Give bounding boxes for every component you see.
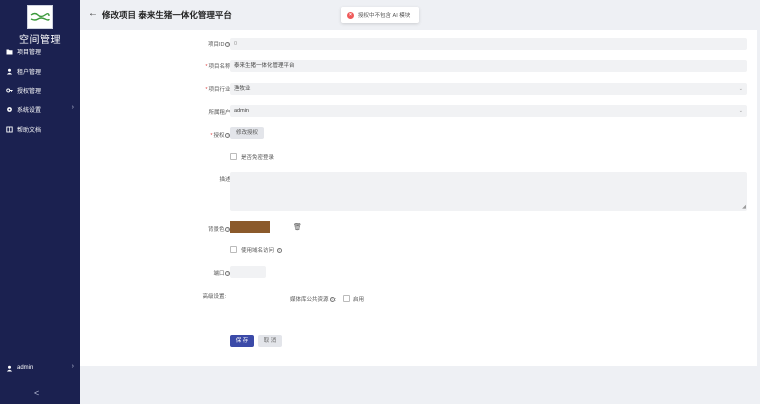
tenant-select[interactable]: admin ⌄: [230, 105, 747, 117]
enable-label: 启用: [353, 297, 365, 303]
sidebar-item-label: 授权管理: [17, 88, 42, 95]
folder-icon: [6, 48, 13, 55]
project-name-label: *项目名称:: [205, 64, 232, 70]
tenant-value: admin: [234, 108, 249, 114]
chevron-right-icon: ›: [71, 363, 74, 370]
port-label: 端口?:: [213, 271, 232, 277]
delete-icon[interactable]: 🗑: [293, 223, 302, 231]
key-icon: [6, 87, 13, 94]
chevron-down-icon: ⌄: [738, 86, 743, 92]
help-icon[interactable]: ?: [276, 248, 282, 254]
resize-handle-icon[interactable]: ◢: [742, 204, 746, 210]
no-login-label: 是否免密登录: [241, 155, 275, 161]
advanced-settings-label: 高级设置:: [202, 294, 226, 300]
description-label: 描述:: [219, 177, 232, 183]
industry-label: *项目行业:: [205, 87, 232, 93]
error-toast: × 授权中不包含 AI 模块: [341, 7, 419, 23]
sidebar-item-label: 租户管理: [17, 69, 42, 76]
page-title: 修改项目 泰来生猪一体化管理平台: [102, 10, 232, 20]
project-name-input[interactable]: 泰来生猪一体化管理平台: [230, 60, 747, 72]
tenant-label: 所属租户:: [208, 110, 232, 116]
form-panel: 项目ID?: 0 *项目名称: 泰来生猪一体化管理平台 *项目行业: 渔牧业 ⌄…: [80, 30, 757, 366]
project-id-label: 项目ID?:: [207, 42, 232, 48]
background-color-label: 背景色?:: [207, 227, 232, 233]
gear-icon: [6, 106, 13, 113]
description-textarea[interactable]: ◢: [230, 172, 747, 211]
chevron-right-icon: ›: [71, 104, 74, 111]
user-icon: [6, 365, 13, 372]
save-button[interactable]: 保 存: [230, 335, 254, 347]
logo: [27, 5, 53, 29]
sidebar-item-projects[interactable]: 项目管理: [0, 44, 80, 58]
domain-access-checkbox[interactable]: [230, 246, 237, 253]
book-icon: [6, 126, 13, 133]
port-input[interactable]: [230, 266, 266, 278]
sidebar-item-licenses[interactable]: 授权管理: [0, 83, 80, 97]
enable-checkbox[interactable]: [343, 295, 350, 302]
no-login-checkbox[interactable]: [230, 153, 237, 160]
back-button[interactable]: ←: [88, 8, 98, 19]
collapse-sidebar-button[interactable]: <: [34, 388, 39, 398]
sidebar: 空间管理 项目管理 租户管理 授权管理 系统设置 › 帮助文档 admin › …: [0, 0, 80, 404]
sidebar-item-help[interactable]: 帮助文档: [0, 122, 80, 136]
media-public-label: 媒体库公共资源?:: [290, 297, 337, 303]
license-label: *授权?:: [210, 133, 232, 139]
user-menu[interactable]: admin ›: [0, 361, 80, 375]
sidebar-item-tenants[interactable]: 租户管理: [0, 64, 80, 78]
sidebar-item-label: 帮助文档: [17, 127, 42, 134]
error-icon: ×: [347, 11, 354, 19]
help-icon[interactable]: ?: [329, 297, 335, 303]
sidebar-item-settings[interactable]: 系统设置 ›: [0, 102, 80, 116]
chevron-down-icon: ⌄: [738, 108, 743, 114]
header: ← 修改项目 泰来生猪一体化管理平台: [80, 0, 760, 30]
industry-value: 渔牧业: [234, 86, 251, 92]
sidebar-item-label: 项目管理: [17, 49, 42, 56]
cancel-button[interactable]: 取 消: [258, 335, 282, 347]
project-id-field[interactable]: 0: [230, 38, 747, 50]
user-icon: [6, 68, 13, 75]
modify-license-button[interactable]: 修改授权: [230, 127, 264, 139]
background-color-swatch[interactable]: [230, 221, 270, 233]
industry-select[interactable]: 渔牧业 ⌄: [230, 83, 747, 95]
sidebar-item-label: 系统设置: [17, 107, 42, 114]
toast-message: 授权中不包含 AI 模块: [358, 13, 411, 19]
user-name: admin: [17, 365, 34, 371]
domain-access-label: 使用域名访问 ?: [241, 248, 282, 254]
